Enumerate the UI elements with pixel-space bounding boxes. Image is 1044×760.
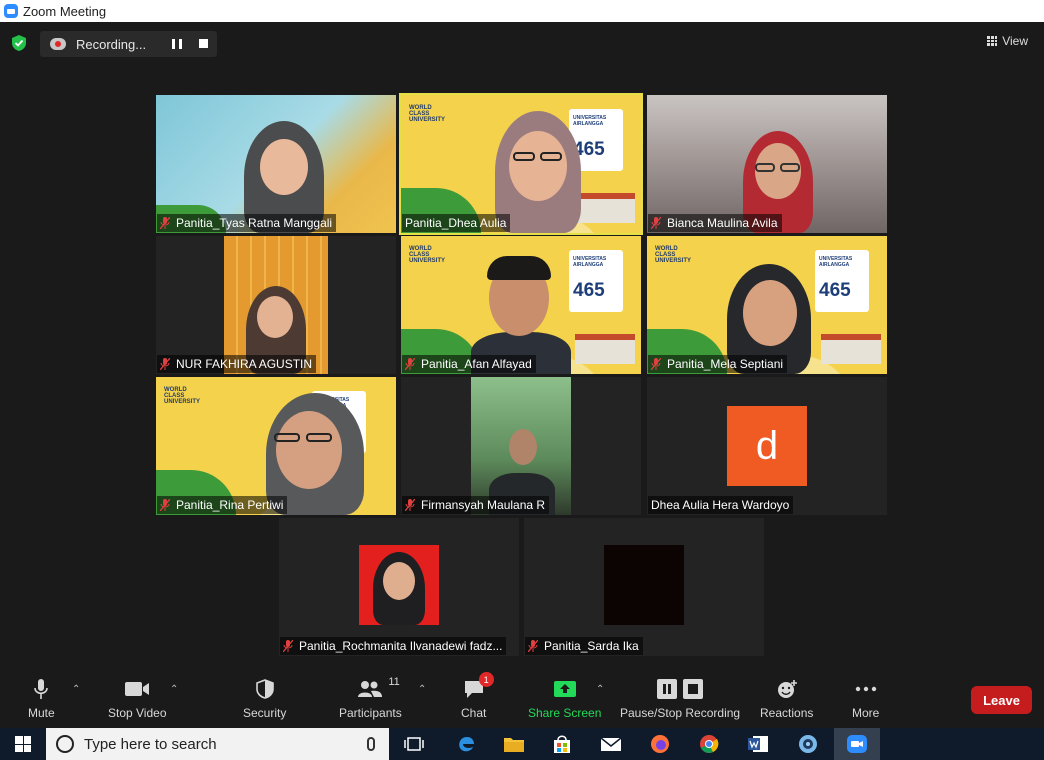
participant-tile[interactable]: Firmansyah Maulana R: [401, 377, 641, 515]
participant-name-tag: Panitia_Tyas Ratna Manggali: [157, 214, 337, 232]
participant-name-tag: Firmansyah Maulana R: [402, 496, 550, 514]
muted-mic-icon: [283, 640, 293, 652]
pause-stop-icon: [657, 679, 704, 699]
muted-mic-icon: [160, 358, 170, 370]
view-button[interactable]: View: [987, 34, 1028, 48]
chrome-icon[interactable]: [698, 734, 720, 754]
share-options-caret-icon[interactable]: ⌃: [596, 684, 604, 695]
grid-view-icon: [987, 36, 998, 46]
pause-recording-icon[interactable]: [172, 39, 182, 49]
file-explorer-icon[interactable]: [503, 734, 525, 754]
task-view-icon[interactable]: [403, 734, 425, 754]
firefox-icon[interactable]: [649, 734, 671, 754]
security-shield-icon[interactable]: [10, 34, 28, 52]
window-title: Zoom Meeting: [23, 3, 107, 19]
participant-tile[interactable]: Bianca Maulina Avila: [647, 95, 887, 233]
participants-button[interactable]: 11 Participants: [339, 676, 402, 720]
muted-mic-icon: [405, 499, 415, 511]
chat-button[interactable]: 1 Chat: [461, 672, 494, 720]
window-titlebar: Zoom Meeting: [0, 0, 1044, 22]
reactions-button[interactable]: Reactions: [760, 678, 813, 720]
taskbar-search-box[interactable]: Type here to search: [46, 728, 389, 760]
microsoft-store-icon[interactable]: [551, 734, 573, 754]
world-class-university-logo: WORLD CLASS UNIVERSITY: [409, 105, 446, 123]
participant-name-tag: Dhea Aulia Hera Wardoyo: [648, 496, 794, 514]
participant-name-tag: Bianca Maulina Avila: [648, 214, 782, 232]
taskbar-search-placeholder: Type here to search: [84, 735, 217, 753]
microphone-icon: [34, 679, 49, 699]
meeting-toolbar: Mute ⌃ Stop Video ⌃ Security 11 Particip…: [0, 670, 1044, 728]
edge-browser-icon[interactable]: [455, 734, 477, 754]
shield-icon: [255, 679, 274, 699]
share-screen-icon: [553, 681, 576, 697]
video-options-caret-icon[interactable]: ⌃: [170, 684, 178, 695]
participants-count: 11: [388, 676, 400, 688]
video-camera-icon: [125, 682, 150, 696]
chat-unread-badge: 1: [478, 672, 494, 687]
muted-mic-icon: [160, 499, 170, 511]
participant-tile[interactable]: WORLD CLASS UNIVERSITY UNIVERSITAS AIRLA…: [156, 377, 396, 515]
participant-tile[interactable]: Panitia_Tyas Ratna Manggali: [156, 95, 396, 233]
view-label: View: [1002, 34, 1028, 48]
windows-taskbar: Type here to search: [0, 728, 1044, 760]
participant-name-tag: Panitia_Sarda Ika: [525, 637, 643, 655]
stop-recording-icon[interactable]: [199, 39, 208, 48]
participants-options-caret-icon[interactable]: ⌃: [418, 684, 426, 695]
recording-label: Recording...: [76, 36, 147, 52]
muted-mic-icon: [651, 358, 661, 370]
more-button[interactable]: More: [852, 678, 879, 720]
word-icon[interactable]: [747, 734, 769, 754]
muted-mic-icon: [405, 358, 415, 370]
emoji-reaction-icon: [777, 680, 797, 698]
voice-search-mic-icon[interactable]: [367, 737, 375, 751]
cortana-circle-icon: [56, 735, 74, 753]
muted-mic-icon: [528, 640, 538, 652]
participant-tile[interactable]: WORLD CLASS UNIVERSITY UNIVERSITAS AIRLA…: [647, 236, 887, 374]
participant-avatar: d: [727, 406, 807, 486]
windows-logo-icon: [15, 736, 31, 752]
muted-mic-icon: [651, 217, 661, 229]
participant-name-tag: Panitia_Rochmanita Ilvanadewi fadz...: [280, 637, 507, 655]
stop-video-button[interactable]: Stop Video: [108, 678, 167, 720]
participant-tile[interactable]: NUR FAKHIRA AGUSTIN: [156, 236, 396, 374]
participant-tile[interactable]: d Dhea Aulia Hera Wardoyo: [647, 377, 887, 515]
security-button[interactable]: Security: [243, 678, 286, 720]
more-dots-icon: [855, 686, 876, 692]
participant-tile[interactable]: Panitia_Sarda Ika: [524, 518, 764, 656]
participant-name-tag: Panitia_Dhea Aulia: [402, 214, 511, 232]
meeting-stage: Recording... View Panitia_Tyas Ratna Man…: [0, 22, 1044, 670]
participant-tile-active-speaker[interactable]: WORLD CLASS UNIVERSITY UNIVERSITAS AIRLA…: [399, 93, 643, 235]
participant-tile[interactable]: Panitia_Rochmanita Ilvanadewi fadz...: [279, 518, 519, 656]
share-screen-button[interactable]: Share Screen: [528, 678, 601, 720]
participant-name-tag: NUR FAKHIRA AGUSTIN: [157, 355, 317, 373]
audio-options-caret-icon[interactable]: ⌃: [72, 684, 80, 695]
start-button[interactable]: [0, 728, 46, 760]
participant-name-tag: Panitia_Rina Pertiwi: [157, 496, 288, 514]
recording-indicator: Recording...: [40, 31, 217, 57]
muted-mic-icon: [160, 217, 170, 229]
participants-icon: [358, 681, 383, 697]
participant-tile[interactable]: WORLD CLASS UNIVERSITY UNIVERSITAS AIRLA…: [401, 236, 641, 374]
pause-stop-recording-button[interactable]: Pause/Stop Recording: [620, 678, 740, 720]
zoom-app-icon: [4, 4, 18, 18]
leave-meeting-button[interactable]: Leave: [971, 686, 1032, 714]
recording-dot-icon: [50, 38, 66, 50]
participant-name-tag: Panitia_Mela Septiani: [648, 355, 788, 373]
zoom-taskbar-icon[interactable]: [846, 734, 868, 754]
mute-button[interactable]: Mute: [28, 678, 55, 720]
webcam-app-icon[interactable]: [797, 734, 819, 754]
participant-name-tag: Panitia_Afan Alfayad: [402, 355, 536, 373]
mail-icon[interactable]: [600, 734, 622, 754]
